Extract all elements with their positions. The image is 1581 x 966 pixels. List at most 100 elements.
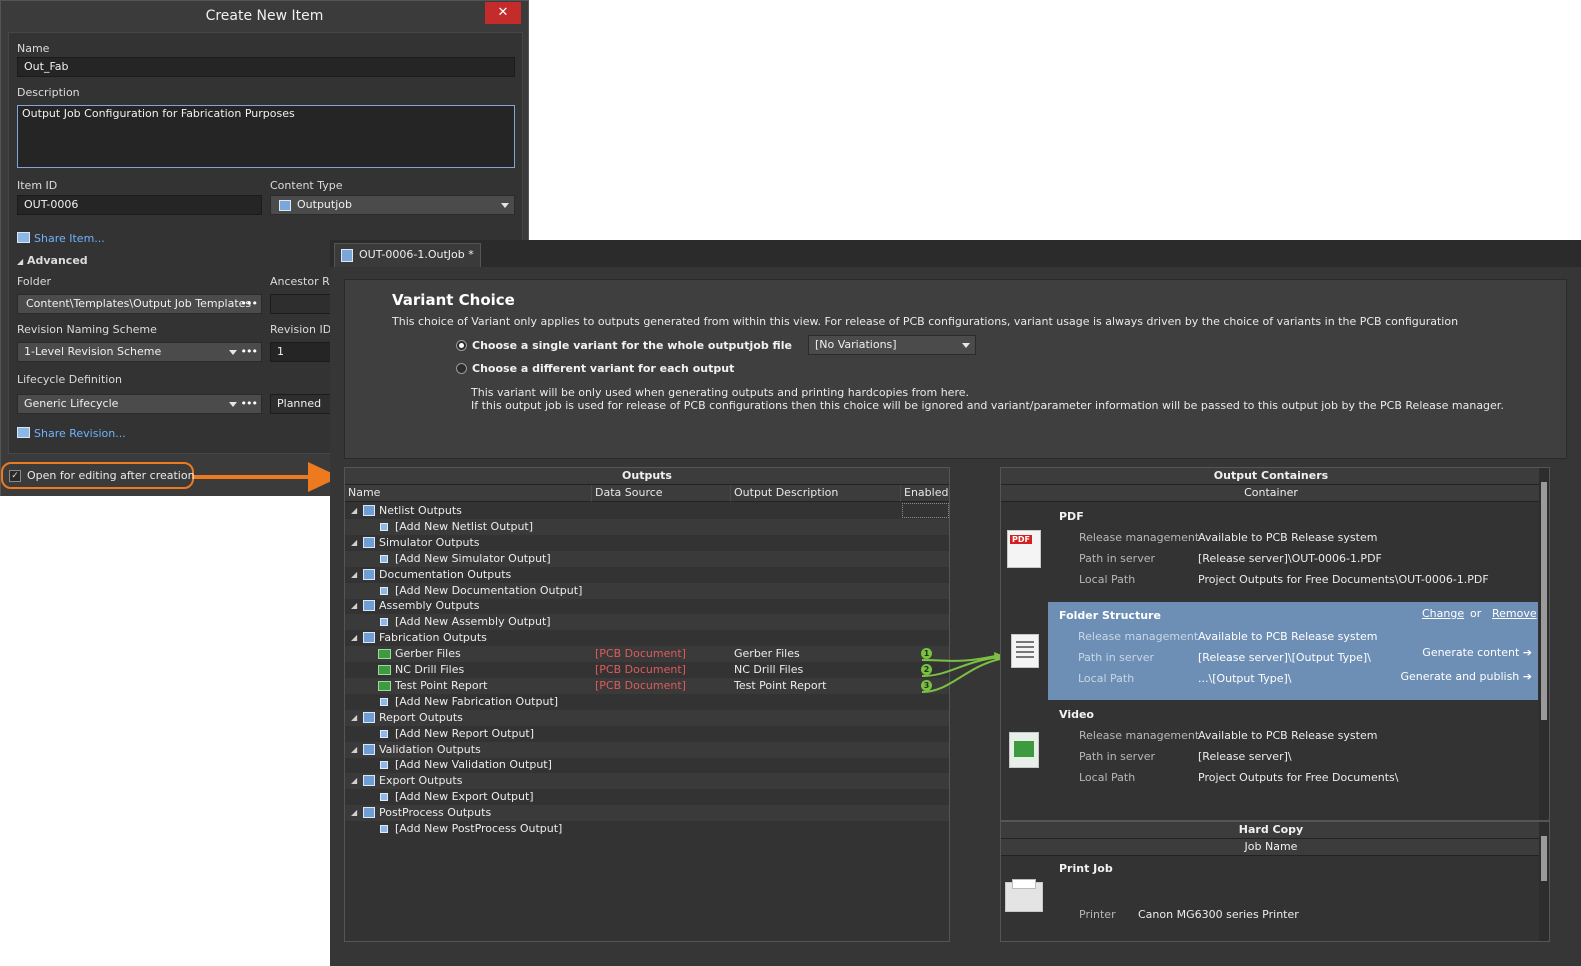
pdf-container-name[interactable]: PDF — [1059, 510, 1084, 523]
output-group-row[interactable]: ◢ Netlist Outputs — [345, 503, 949, 519]
advanced-toggle[interactable]: ◢ Advanced — [17, 254, 88, 267]
add-output-row[interactable]: [Add New Export Output] — [345, 789, 949, 805]
output-group-row[interactable]: ◢ Validation Outputs — [345, 741, 949, 758]
expand-triangle-icon[interactable]: ◢ — [351, 805, 357, 820]
print-job-name[interactable]: Print Job — [1059, 862, 1113, 875]
output-data-source[interactable]: [PCB Document] — [595, 662, 686, 677]
output-data-source[interactable]: [PCB Document] — [595, 646, 686, 661]
column-output-description[interactable]: Output Description — [731, 485, 901, 502]
open-for-editing-label: Open for editing after creation — [27, 469, 195, 482]
output-group-name: Assembly Outputs — [379, 599, 480, 613]
hardcopy-scrollbar[interactable] — [1539, 822, 1549, 941]
hardcopy-scroll-thumb[interactable] — [1541, 836, 1547, 881]
variant-choice-title: Variant Choice — [392, 291, 515, 309]
ancestor-field[interactable] — [270, 294, 331, 314]
open-for-editing-checkbox[interactable]: ✓ Open for editing after creation — [1, 462, 195, 489]
lifecycle-state-field: Planned — [270, 394, 331, 414]
revision-id-field[interactable]: 1 — [270, 342, 331, 362]
output-group-row[interactable]: ◢ Report Outputs — [345, 709, 949, 726]
folder-release-value: Available to PCB Release system — [1198, 630, 1378, 643]
add-output-row[interactable]: [Add New Simulator Output] — [345, 550, 949, 567]
expand-triangle-icon[interactable]: ◢ — [351, 742, 357, 757]
output-group-row[interactable]: ◢ PostProcess Outputs — [345, 805, 949, 822]
output-group-name: Netlist Outputs — [379, 504, 462, 517]
add-output-row[interactable]: [Add New Assembly Output] — [345, 614, 949, 631]
share-revision-link[interactable]: Share Revision... — [17, 427, 126, 440]
add-icon — [380, 522, 388, 531]
folder-local-label: Local Path — [1078, 672, 1135, 685]
output-group-row[interactable]: ◢ Assembly Outputs — [345, 598, 949, 614]
add-output-row[interactable]: [Add New Documentation Output] — [345, 582, 949, 599]
content-type-select[interactable]: Outputjob — [270, 195, 515, 215]
add-icon — [380, 586, 388, 595]
generate-content-button[interactable]: Generate content ➔ — [1422, 646, 1532, 659]
containers-scrollbar[interactable] — [1539, 468, 1549, 820]
pdf-local-value: Project Outputs for Free Documents\OUT-0… — [1198, 573, 1489, 586]
add-output-row[interactable]: [Add New Netlist Output] — [345, 518, 949, 535]
folder-field[interactable]: Content\Templates\Output Job Templates •… — [17, 294, 262, 314]
output-group-icon — [363, 807, 375, 819]
expand-triangle-icon[interactable]: ◢ — [351, 773, 357, 788]
expand-triangle-icon[interactable]: ◢ — [351, 598, 357, 613]
output-group-row[interactable]: ◢ Export Outputs — [345, 773, 949, 790]
generate-and-publish-button[interactable]: Generate and publish ➔ — [1400, 670, 1532, 683]
change-link[interactable]: Change — [1422, 607, 1464, 620]
expand-triangle-icon[interactable]: ◢ — [351, 503, 357, 518]
expand-triangle-icon[interactable]: ◢ — [351, 567, 357, 582]
output-group-row[interactable]: ◢ Documentation Outputs — [345, 567, 949, 583]
name-field[interactable]: Out_Fab — [17, 57, 515, 77]
output-group-name: Export Outputs — [379, 774, 463, 788]
per-output-variant-radio[interactable] — [456, 363, 467, 374]
expand-triangle-icon[interactable]: ◢ — [351, 710, 357, 725]
video-container-name[interactable]: Video — [1059, 708, 1094, 721]
output-name: NC Drill Files — [395, 663, 465, 676]
output-item-row[interactable]: NC Drill Files [PCB Document] NC Drill Fil… — [345, 662, 949, 678]
column-enabled[interactable]: Enabled — [901, 485, 949, 502]
gerber-output-icon — [378, 649, 391, 660]
revision-scheme-label: Revision Naming Scheme — [17, 323, 157, 336]
folder-release-label: Release management — [1078, 630, 1199, 643]
add-output-label: [Add New Documentation Output] — [395, 583, 583, 597]
pdf-icon: PDF — [1007, 530, 1041, 568]
add-icon — [380, 618, 388, 627]
pdf-release-label: Release management — [1079, 531, 1200, 544]
per-output-variant-label: Choose a different variant for each outp… — [472, 362, 735, 375]
lifecycle-select[interactable]: Generic Lifecycle ••• — [17, 394, 262, 414]
revision-id-label: Revision ID — [270, 323, 332, 336]
description-field[interactable]: Output Job Configuration for Fabrication… — [17, 105, 515, 168]
output-group-name: Documentation Outputs — [379, 567, 512, 581]
single-variant-radio[interactable] — [456, 340, 467, 351]
output-item-row[interactable]: Test Point Report [PCB Document] Test Poin… — [345, 677, 949, 694]
output-container-connectors — [921, 652, 1004, 693]
output-item-row[interactable]: Gerber Files [PCB Document] Gerber Files 1 — [345, 646, 949, 663]
lifecycle-browse-button[interactable]: ••• — [241, 395, 258, 413]
column-data-source[interactable]: Data Source — [592, 485, 731, 502]
output-data-source[interactable]: [PCB Document] — [595, 678, 686, 693]
output-group-row[interactable]: ◢ Fabrication Outputs — [345, 630, 949, 646]
add-output-row[interactable]: [Add New Validation Output] — [345, 757, 949, 773]
add-output-row[interactable]: [Add New PostProcess Output] — [345, 821, 949, 837]
share-item-link[interactable]: Share Item... — [17, 232, 105, 245]
close-button[interactable]: ✕ — [485, 2, 521, 24]
revision-scheme-select[interactable]: 1-Level Revision Scheme ••• — [17, 342, 262, 362]
output-group-icon — [363, 632, 375, 644]
item-id-field[interactable]: OUT-0006 — [17, 195, 262, 215]
folder-structure-container[interactable]: Folder Structure Change or Remove Releas… — [1048, 602, 1538, 700]
remove-link[interactable]: Remove — [1492, 607, 1537, 620]
output-group-row[interactable]: ◢ Simulator Outputs — [345, 535, 949, 551]
add-icon — [380, 761, 388, 770]
add-output-row[interactable]: [Add New Fabrication Output] — [345, 694, 949, 710]
expand-triangle-icon[interactable]: ◢ — [351, 535, 357, 550]
variant-choice-description: This choice of Variant only applies to o… — [392, 315, 1459, 328]
revision-scheme-browse-button[interactable]: ••• — [241, 343, 258, 361]
browse-button[interactable]: ••• — [241, 295, 258, 313]
variant-select[interactable]: [No Variations] — [808, 335, 976, 355]
column-name[interactable]: Name — [345, 485, 592, 502]
add-output-row[interactable]: [Add New Report Output] — [345, 726, 949, 742]
ancestor-label: Ancestor Re — [270, 275, 337, 288]
expand-triangle-icon[interactable]: ◢ — [351, 630, 357, 645]
containers-scroll-thumb[interactable] — [1541, 482, 1547, 720]
outputjob-icon — [279, 200, 291, 211]
document-tab[interactable]: OUT-0006-1.OutJob * — [334, 243, 481, 267]
video-release-label: Release management — [1079, 729, 1200, 742]
